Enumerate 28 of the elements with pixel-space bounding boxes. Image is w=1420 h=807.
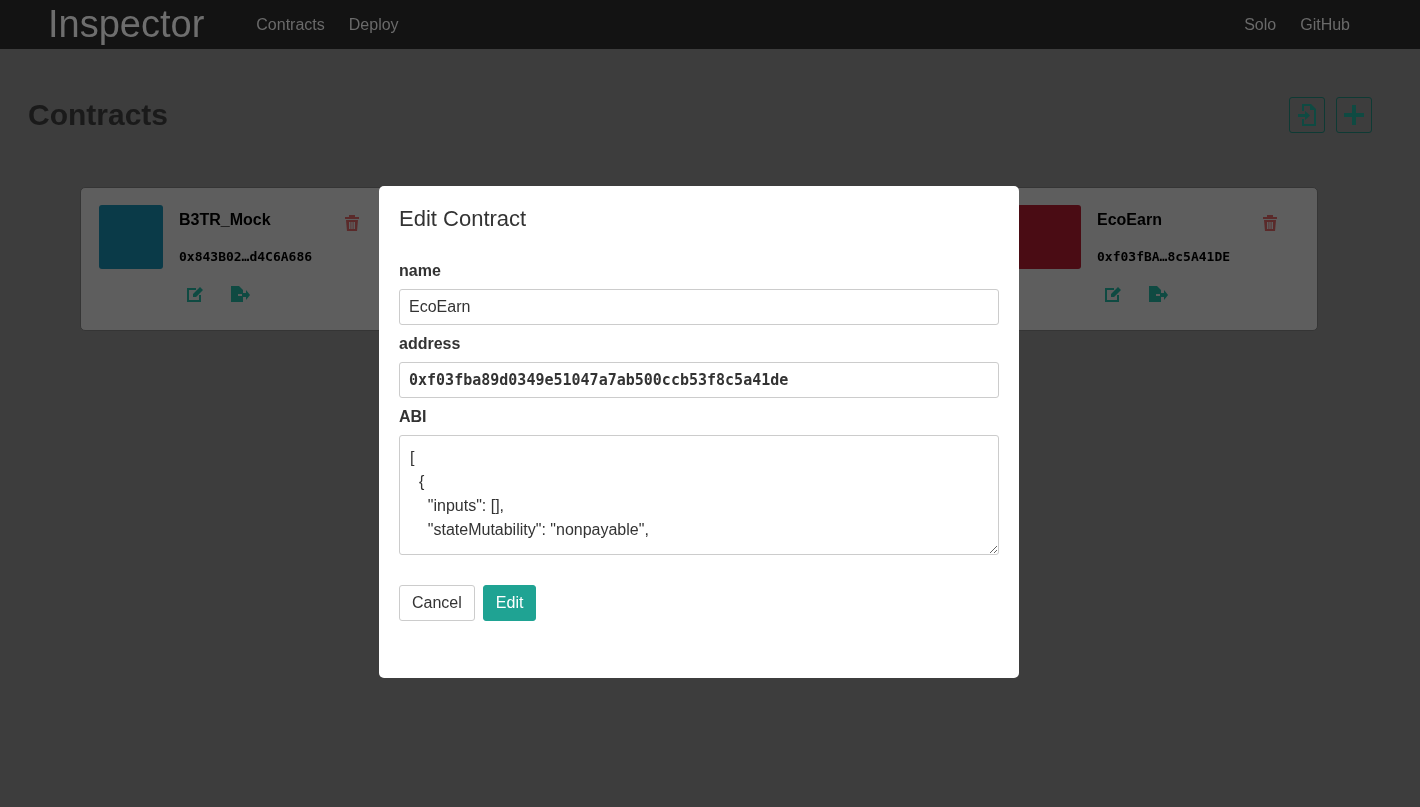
brand-logo[interactable]: Inspector (48, 3, 205, 46)
file-import-icon (1298, 104, 1316, 126)
file-export-icon[interactable] (231, 286, 250, 302)
field-label: name (399, 262, 442, 280)
address-field[interactable]: 0xf03fba89d0349e51047a7ab500ccb53f8c5a41de (399, 362, 999, 398)
contract-name: EcoEarn (1097, 211, 1162, 229)
import-button[interactable] (1289, 97, 1325, 133)
nav-link[interactable]: Deploy (348, 15, 399, 34)
nav-link[interactable]: GitHub (1300, 15, 1350, 34)
nav-link[interactable]: Solo (1244, 15, 1277, 34)
contract-name: B3TR_Mock (179, 211, 271, 229)
dialog-title: Edit Contract (399, 206, 528, 232)
trash-icon[interactable] (1263, 215, 1277, 231)
add-button[interactable] (1336, 97, 1372, 133)
plus-icon (1344, 105, 1364, 125)
trash-icon[interactable] (345, 215, 359, 231)
contract-address: 0x843B02…d4C6A686 (179, 249, 314, 264)
abi-textarea[interactable]: [ { "inputs": [], "stateMutability": "nonpayable", (399, 435, 999, 555)
edit-icon[interactable] (1105, 286, 1123, 302)
field-label: address (399, 335, 462, 353)
field-label: ABI (399, 408, 428, 426)
edit-button[interactable]: Edit (482, 585, 537, 621)
contract-address: 0xf03fBA…8c5A41DE (1097, 249, 1232, 264)
edit-icon[interactable] (187, 286, 205, 302)
cancel-button[interactable]: Cancel (399, 585, 475, 621)
nav-link[interactable]: Contracts (256, 15, 325, 34)
file-export-icon[interactable] (1149, 286, 1168, 302)
name-field[interactable]: EcoEarn (399, 289, 999, 325)
